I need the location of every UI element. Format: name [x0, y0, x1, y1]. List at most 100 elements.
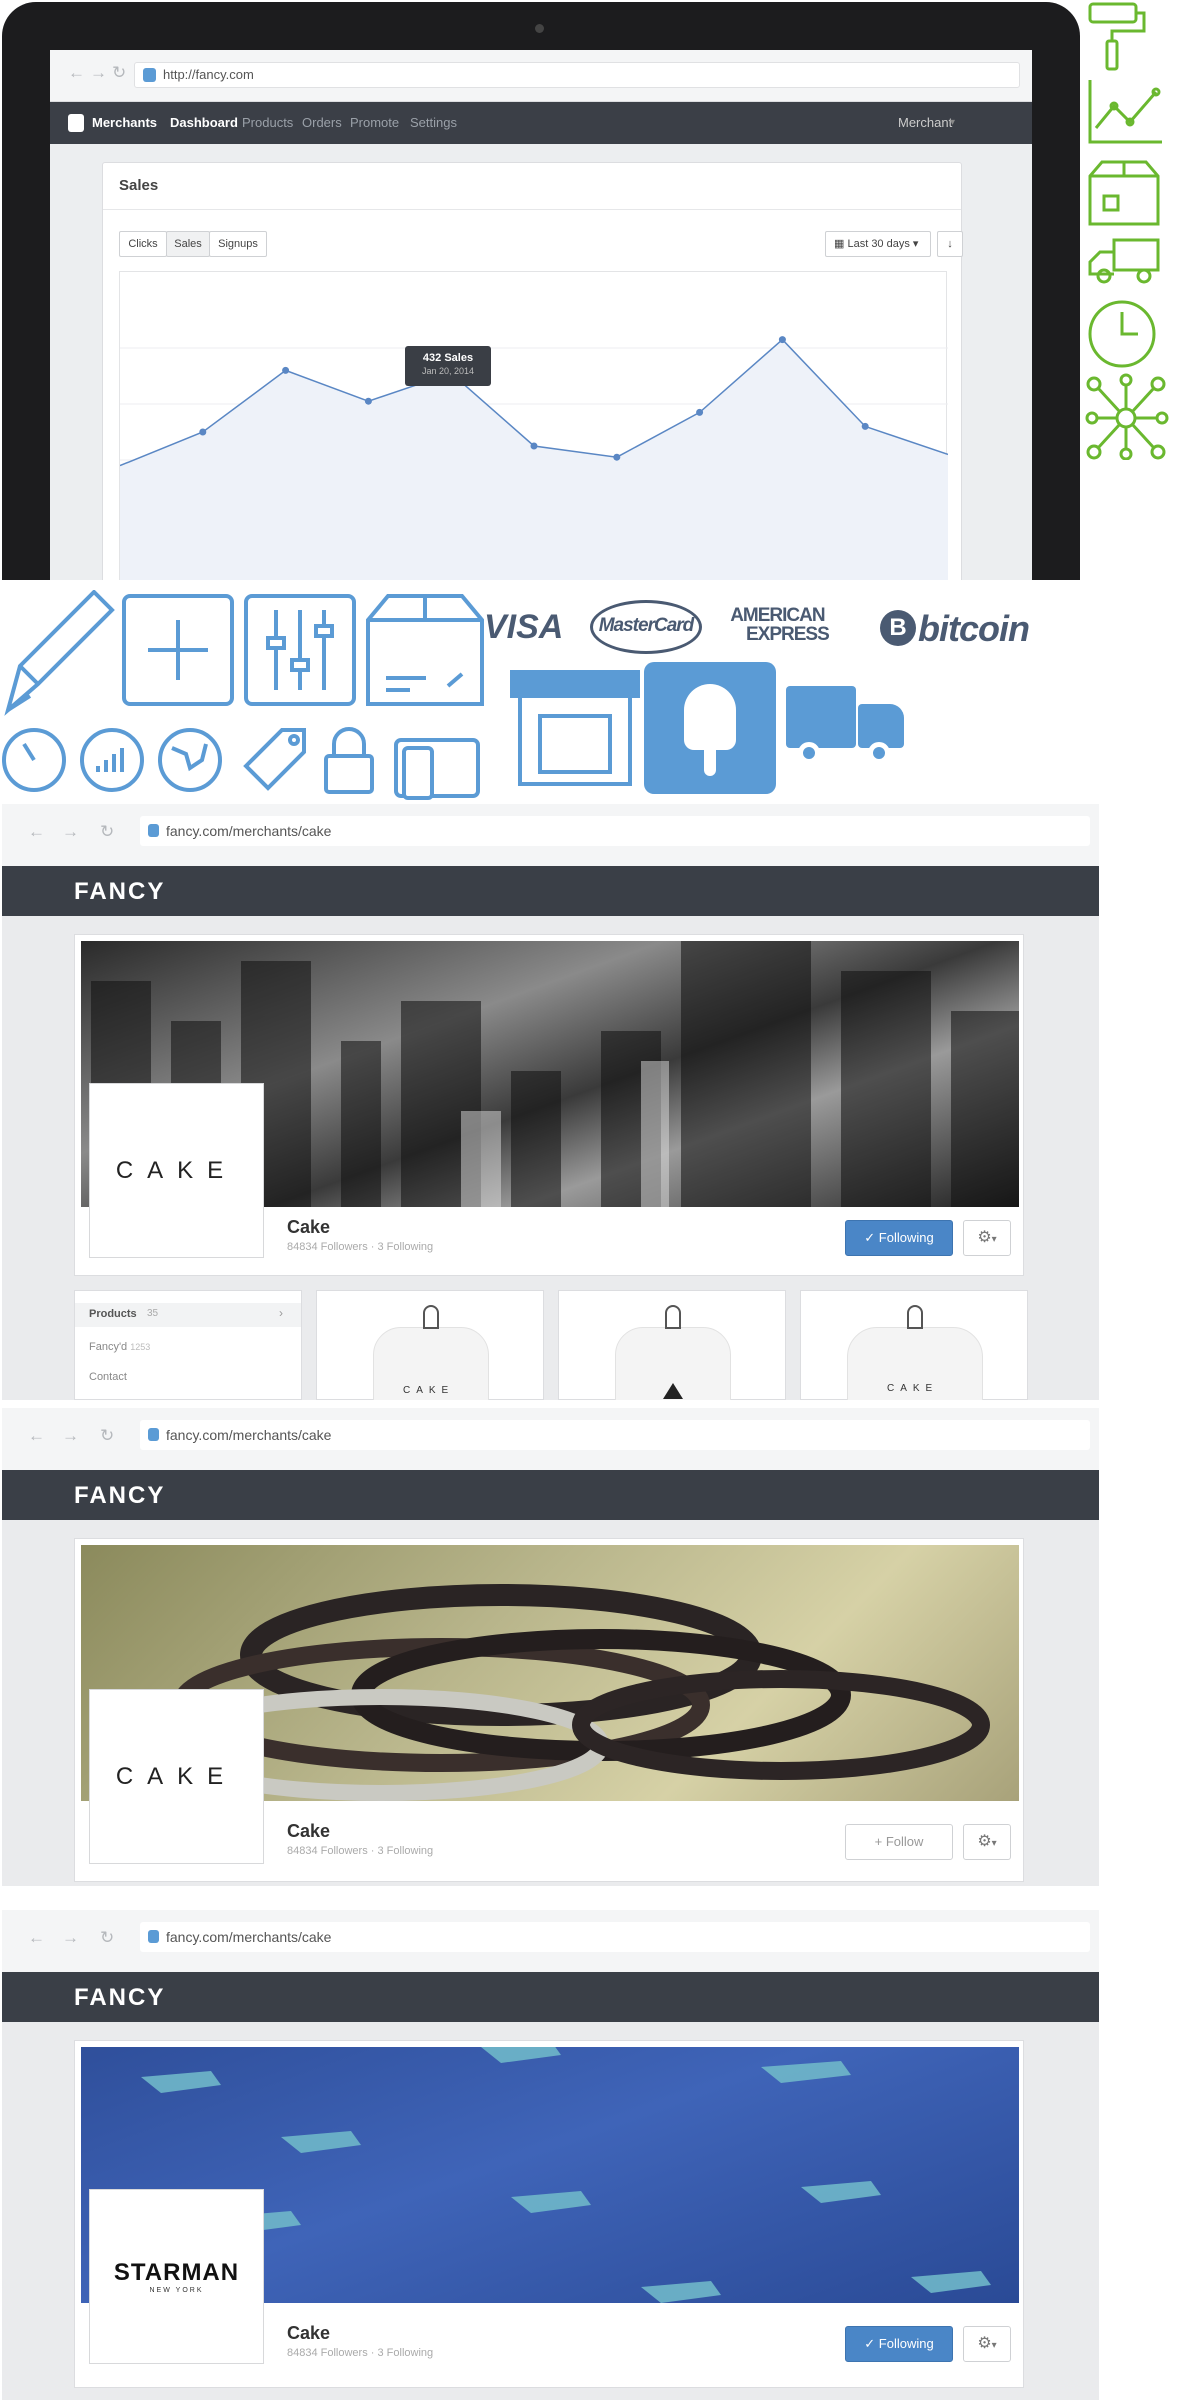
reload-icon[interactable]: ↻: [100, 822, 114, 842]
package-icon: [366, 594, 484, 706]
tab-sales[interactable]: Sales: [166, 231, 210, 257]
data-point[interactable]: [282, 366, 290, 374]
data-point[interactable]: [613, 453, 621, 461]
merchant-name[interactable]: Cake: [287, 2323, 330, 2344]
webcam: [535, 24, 544, 33]
back-icon[interactable]: ←: [28, 1928, 45, 1948]
merchant-name[interactable]: Cake: [287, 1821, 330, 1842]
nav-settings[interactable]: Settings: [410, 115, 457, 130]
hanger-icon: [665, 1305, 681, 1329]
merchant-logo-icon: [68, 114, 84, 132]
data-point[interactable]: [861, 422, 869, 430]
back-icon[interactable]: ←: [28, 1426, 45, 1446]
app-logo-tile: [644, 662, 776, 794]
chart-tooltip: 432 Sales Jan 20, 2014: [405, 346, 491, 386]
date-range-select[interactable]: ▦ Last 30 days ▾: [825, 231, 931, 257]
nav-promote[interactable]: Promote: [350, 115, 399, 130]
data-point[interactable]: [364, 397, 372, 405]
forward-icon[interactable]: →: [62, 1426, 79, 1446]
date-range-label: Last 30 days: [847, 238, 910, 250]
logo-text: STARMAN: [113, 2259, 240, 2286]
data-point[interactable]: [696, 408, 704, 416]
forward-icon[interactable]: →: [90, 63, 107, 83]
bar-chart-icon: [80, 728, 144, 792]
merchant-profile-card: CAKE Cake 84834 Followers · 3 Following …: [74, 1538, 1024, 1882]
laptop-screen: ← → ↻ http://fancy.com Merchants Dashboa…: [50, 50, 1032, 580]
address-bar[interactable]: fancy.com/merchants/cake: [140, 1420, 1090, 1450]
tab-clicks[interactable]: Clicks: [119, 231, 167, 257]
paint-roller-icon: [1088, 2, 1146, 71]
fancy-logo[interactable]: FANCY: [74, 1984, 165, 2012]
browser-toolbar: ← → ↻ fancy.com/merchants/cake: [2, 1408, 1099, 1470]
follower-stats: 84834 Followers · 3 Following: [287, 1845, 434, 1857]
gear-icon: ⚙: [977, 2335, 992, 2352]
following-button[interactable]: ✓ Following: [845, 1220, 953, 1256]
pencil-icon: [4, 589, 115, 716]
settings-dropdown[interactable]: ⚙▾: [963, 2326, 1011, 2362]
add-icon: [122, 594, 234, 706]
bitcoin-icon: B: [880, 610, 916, 646]
site-icon: [148, 824, 159, 837]
fancy-logo[interactable]: FANCY: [74, 1482, 165, 1510]
sidebar-item-fancyd[interactable]: Fancy'd 1253: [89, 1341, 150, 1353]
product-card[interactable]: [558, 1290, 786, 1400]
user-menu-caret-icon[interactable]: ▾: [950, 117, 955, 128]
data-point[interactable]: [530, 442, 538, 450]
follow-button[interactable]: + Follow: [845, 1824, 953, 1860]
data-point[interactable]: [778, 336, 786, 344]
lock-icon: [324, 727, 374, 794]
tab-signups[interactable]: Signups: [209, 231, 267, 257]
series-area: [120, 339, 948, 580]
follower-stats: 84834 Followers · 3 Following: [287, 1241, 434, 1253]
logo-subtext: NEW YORK: [149, 2287, 204, 2294]
data-point[interactable]: [199, 428, 207, 436]
chevron-down-icon: ▾: [991, 2340, 997, 2351]
merchant-navbar: Merchants Dashboard Products Orders Prom…: [50, 102, 1032, 144]
settings-dropdown[interactable]: ⚙▾: [963, 1824, 1011, 1860]
merchant-name[interactable]: Cake: [287, 1217, 330, 1238]
product-card[interactable]: CAKE: [316, 1290, 544, 1400]
fancy-logo[interactable]: FANCY: [74, 878, 165, 906]
merchant-profile-card: CAKE Cake 84834 Followers · 3 Following …: [74, 934, 1024, 1276]
download-button[interactable]: ↓: [937, 231, 963, 257]
delivery-truck-icon: [786, 686, 906, 768]
address-bar[interactable]: fancy.com/merchants/cake: [140, 816, 1090, 846]
back-icon[interactable]: ←: [28, 822, 45, 842]
user-menu[interactable]: Merchant: [898, 115, 952, 130]
box-icon: [1088, 160, 1160, 226]
popsicle-icon: [684, 684, 736, 750]
line-chart-icon: [1088, 80, 1162, 144]
settings-dropdown[interactable]: ⚙▾: [963, 1220, 1011, 1256]
browser-toolbar: ← → ↻ fancy.com/merchants/cake: [2, 1910, 1099, 1972]
clock-icon: [1088, 300, 1156, 368]
product-card[interactable]: CAKE: [800, 1290, 1028, 1400]
calendar-icon: ▦: [834, 238, 845, 250]
laptop-mockup: ← → ↻ http://fancy.com Merchants Dashboa…: [2, 2, 1080, 580]
brand-label[interactable]: Merchants: [92, 115, 157, 130]
address-text: fancy.com/merchants/cake: [166, 823, 332, 839]
forward-icon[interactable]: →: [62, 822, 79, 842]
devices-icon: [394, 738, 480, 800]
sidebar-item-contact[interactable]: Contact: [89, 1371, 127, 1383]
nav-products[interactable]: Products: [242, 115, 293, 130]
following-button[interactable]: ✓ Following: [845, 2326, 953, 2362]
merchant-logo: CAKE: [89, 1689, 264, 1864]
address-bar[interactable]: http://fancy.com: [134, 62, 1020, 88]
browser-toolbar: ← → ↻ http://fancy.com: [50, 50, 1032, 102]
sidebar-item-products[interactable]: Products 35 ›: [75, 1303, 301, 1327]
green-icon-column: [1082, 0, 1200, 461]
back-icon[interactable]: ←: [68, 63, 85, 83]
chevron-down-icon: ▾: [991, 1234, 997, 1245]
reload-icon[interactable]: ↻: [112, 63, 126, 83]
forward-icon[interactable]: →: [62, 1928, 79, 1948]
merchant-logo: CAKE: [89, 1083, 264, 1258]
address-bar[interactable]: fancy.com/merchants/cake: [140, 1922, 1090, 1952]
reload-icon[interactable]: ↻: [100, 1426, 114, 1446]
product-tag: CAKE: [403, 1385, 455, 1396]
merchant-sidebar: Products 35 › Fancy'd 1253 Contact: [74, 1290, 302, 1400]
nav-dashboard[interactable]: Dashboard: [170, 115, 238, 130]
nav-orders[interactable]: Orders: [302, 115, 342, 130]
amex-line-1: AMERICAN: [730, 605, 825, 626]
reload-icon[interactable]: ↻: [100, 1928, 114, 1948]
sidebar-item-count: 35: [147, 1308, 159, 1319]
